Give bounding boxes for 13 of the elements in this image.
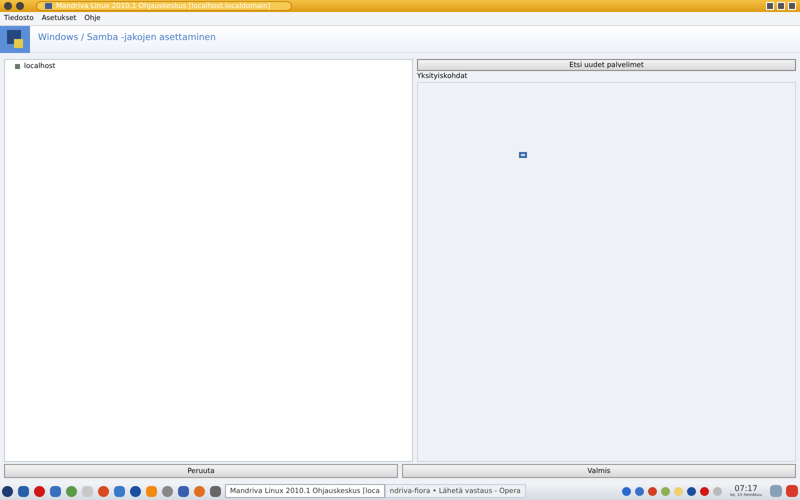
computer-icon [0,26,30,52]
minimize-button[interactable] [766,2,774,10]
monitor-icon [45,2,52,10]
close-button[interactable] [788,2,796,10]
power-button[interactable] [786,485,798,497]
page-title: Windows / Samba -jakojen asettaminen [38,32,216,46]
server-icon [15,64,20,69]
window-menu-button[interactable] [4,2,12,10]
monitor-icon [519,152,527,159]
maximize-button[interactable] [777,2,785,10]
lock-button[interactable] [770,485,782,497]
clock-time: 07:17 [734,485,758,493]
pin-button[interactable] [16,2,24,10]
